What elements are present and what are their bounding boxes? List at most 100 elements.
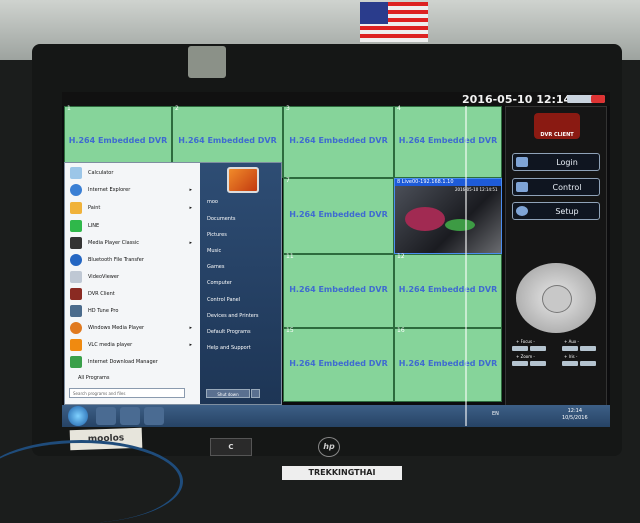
program-internet-download-manager[interactable]: Internet Download Manager (68, 354, 198, 370)
user-avatar[interactable] (227, 167, 259, 193)
submenu-arrow-icon: ▸ (189, 187, 192, 193)
taskbar-dvr-button[interactable] (144, 407, 164, 425)
shutdown-options-button[interactable] (251, 389, 260, 398)
zoom-plus-button[interactable] (512, 361, 528, 366)
feed-object (445, 219, 475, 231)
program-hd-tune-pro[interactable]: HD Tune Pro (68, 303, 198, 319)
tile-number: 15 (286, 327, 294, 334)
camera-tile[interactable]: 7 H.264 Embedded DVR (283, 177, 394, 254)
program-label: Bluetooth File Transfer (88, 257, 144, 263)
link-computer[interactable]: Computer (207, 280, 232, 286)
link-documents[interactable]: Documents (207, 216, 236, 222)
bezel-sticker (188, 46, 226, 78)
program-line[interactable]: LINE (68, 218, 198, 234)
camera-tile[interactable]: 4 H.264 Embedded DVR (394, 105, 502, 178)
program-vlc[interactable]: VLC media player ▸ (68, 337, 198, 353)
logo-text: DVR CLIENT (540, 132, 574, 138)
program-dvr-client[interactable]: DVR Client (68, 286, 198, 302)
program-paint[interactable]: Paint ▸ (68, 200, 198, 216)
taskbar-browser-button[interactable] (120, 407, 140, 425)
program-videoviewer[interactable]: VideoViewer (68, 269, 198, 285)
program-label: Internet Explorer (88, 187, 131, 193)
program-label: Calculator (88, 170, 114, 176)
login-button[interactable]: Login (512, 153, 600, 171)
link-pictures[interactable]: Pictures (207, 232, 227, 238)
tile-label: H.264 Embedded DVR (289, 285, 388, 295)
zoom-label: + Zoom - (516, 354, 535, 359)
camera-tile[interactable]: 3 H.264 Embedded DVR (283, 105, 394, 178)
places-column: moo Documents Pictures Music Games Compu… (200, 163, 281, 404)
window-controls[interactable] (567, 95, 605, 103)
calculator-icon (70, 167, 82, 179)
tray-language[interactable]: EN (492, 411, 499, 417)
link-music[interactable]: Music (207, 248, 221, 254)
link-default-programs[interactable]: Default Programs (207, 329, 251, 335)
feed-timestamp: 2016-05-10 12:14:51 (455, 187, 498, 192)
setup-label: Setup (555, 207, 579, 216)
zoom-minus-button[interactable] (530, 361, 546, 366)
focus-label: + Focus - (516, 339, 535, 344)
program-windows-media-player[interactable]: Windows Media Player ▸ (68, 320, 198, 336)
link-help-support[interactable]: Help and Support (207, 345, 251, 351)
screen-glare-line (465, 106, 467, 426)
link-control-panel[interactable]: Control Panel (207, 297, 240, 303)
control-label: Control (552, 183, 582, 192)
dvr-client-logo: DVR CLIENT (534, 113, 580, 139)
link-devices-printers[interactable]: Devices and Printers (207, 313, 259, 319)
program-label: DVR Client (88, 291, 115, 297)
dvr-control-panel: DVR CLIENT Login Control Setup + Focus -… (505, 106, 607, 406)
link-games[interactable]: Games (207, 264, 225, 270)
link-user[interactable]: moo (207, 199, 218, 205)
all-programs-label: All Programs (78, 375, 110, 381)
start-search-input[interactable]: Search programs and files (69, 388, 185, 398)
setup-button[interactable]: Setup (512, 202, 600, 220)
submenu-arrow-icon: ▸ (189, 240, 192, 246)
login-label: Login (556, 158, 578, 167)
taskbar-ie-button[interactable] (96, 407, 116, 425)
monitor-screen: 2016-05-10 12:14:51 1 H.264 Embedded DVR … (62, 92, 610, 427)
tile-number: 11 (286, 253, 294, 260)
flag-canton (360, 2, 388, 24)
iris-minus-button[interactable] (580, 361, 596, 366)
live-camera-tile[interactable]: 8 Live00-192.168.1.10 2016-05-10 12:14:5… (394, 178, 502, 254)
tile-number: 4 (397, 105, 401, 112)
camera-tile[interactable]: 15 H.264 Embedded DVR (283, 327, 394, 402)
ie-icon (70, 184, 82, 196)
aux-plus-button[interactable] (562, 346, 578, 351)
tile-label: H.264 Embedded DVR (398, 285, 498, 295)
camera-tile[interactable]: 12 H.264 Embedded DVR (394, 253, 502, 328)
submenu-arrow-icon: ▸ (189, 325, 192, 331)
close-button[interactable] (591, 95, 605, 103)
programs-column: Calculator Internet Explorer ▸ Paint ▸ LIN… (65, 163, 200, 404)
program-label: LINE (88, 223, 100, 229)
control-button[interactable]: Control (512, 178, 600, 196)
program-calculator[interactable]: Calculator (68, 165, 198, 181)
program-bluetooth-file-transfer[interactable]: Bluetooth File Transfer (68, 252, 198, 268)
taskbar-clock[interactable]: 12:14 10/5/2016 (562, 408, 588, 422)
iris-label: + Iris - (564, 354, 578, 359)
shutdown-button[interactable]: Shut down (206, 389, 250, 398)
ptz-direction-pad[interactable] (516, 263, 596, 333)
line-icon (70, 220, 82, 232)
program-media-player-classic[interactable]: Media Player Classic ▸ (68, 235, 198, 251)
program-label: Media Player Classic (88, 240, 140, 246)
focus-plus-button[interactable] (512, 346, 528, 351)
program-internet-explorer[interactable]: Internet Explorer ▸ (68, 182, 198, 198)
program-label: VideoViewer (88, 274, 120, 280)
iris-plus-button[interactable] (562, 361, 578, 366)
tile-number: 2 (175, 105, 179, 112)
tile-label: H.264 Embedded DVR (289, 210, 388, 220)
tile-number: 7 (286, 177, 290, 184)
paint-icon (70, 202, 82, 214)
aux-minus-button[interactable] (580, 346, 596, 351)
ptz-center-button[interactable] (542, 285, 572, 313)
tile-number: 12 (397, 253, 405, 260)
camera-tile[interactable]: 11 H.264 Embedded DVR (283, 253, 394, 328)
live-caption: 8 Live00-192.168.1.10 (395, 179, 501, 186)
all-programs-link[interactable]: All Programs (68, 370, 198, 386)
start-orb[interactable] (68, 406, 88, 426)
bezel-badge: C (210, 438, 252, 456)
focus-minus-button[interactable] (530, 346, 546, 351)
camera-tile[interactable]: 16 H.264 Embedded DVR (394, 327, 502, 402)
aux-label: + Aux - (564, 339, 579, 344)
